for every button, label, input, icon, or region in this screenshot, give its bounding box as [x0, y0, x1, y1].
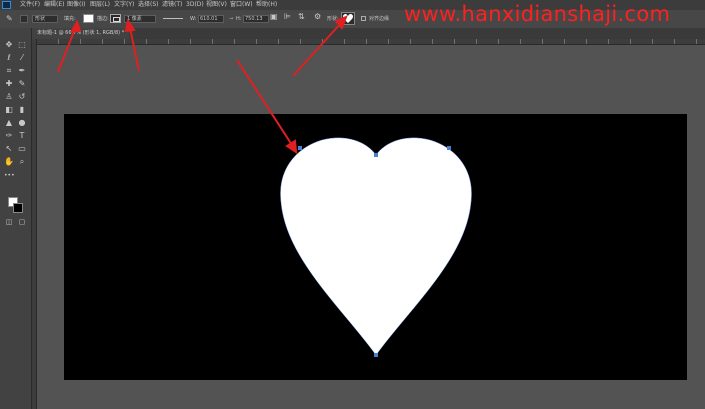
eraser-icon[interactable]: ◧ — [4, 105, 14, 114]
menu-type[interactable]: 文字(Y) — [114, 1, 134, 9]
menu-help[interactable]: 帮助(H) — [256, 1, 277, 9]
path-selection-icon[interactable]: ↖ — [4, 144, 14, 153]
stroke-label: 描边: — [97, 16, 109, 22]
screen-mode-icon[interactable]: ▢ — [17, 218, 27, 227]
menu-3d[interactable]: 3D(D) — [186, 1, 204, 9]
hand-icon[interactable]: ✋ — [4, 157, 14, 166]
photoshop-logo-icon[interactable] — [2, 1, 11, 9]
menu-edit[interactable]: 编辑(E) — [44, 1, 64, 9]
blur-icon[interactable]: ▲ — [4, 118, 14, 127]
healing-brush-icon[interactable]: ✚ — [4, 79, 14, 88]
mode-value: 形状 — [35, 16, 46, 22]
background-color-swatch[interactable] — [13, 203, 23, 213]
gradient-icon[interactable]: ▮ — [17, 105, 27, 114]
ruler-horizontal[interactable] — [36, 39, 705, 45]
width-value: 610.01 — [200, 16, 218, 22]
marquee-icon[interactable]: ⬚ — [17, 40, 27, 49]
custom-shape-picker[interactable] — [341, 12, 355, 25]
history-brush-icon[interactable]: ↺ — [17, 92, 27, 101]
document-tab-bar: 未标题-1 @ 66.7% (形状 1, RGB/8) * — [32, 28, 705, 39]
height-value: 750.13 — [245, 16, 263, 22]
gear-icon[interactable]: ⚙ — [314, 13, 321, 21]
menu-window[interactable]: 窗口(W) — [230, 1, 253, 9]
menu-select[interactable]: 选择(S) — [138, 1, 159, 9]
path-arrangement-icon[interactable]: ⇅ — [298, 13, 305, 21]
h-label: H: — [236, 16, 242, 22]
menu-filter[interactable]: 滤镜(T) — [162, 1, 182, 9]
align-edges-checkbox[interactable] — [361, 16, 366, 21]
lasso-icon[interactable]: ℓ — [4, 53, 14, 62]
align-edges-label: 对齐边缘 — [369, 16, 390, 22]
menu-view[interactable]: 视图(V) — [206, 1, 227, 9]
fill-swatch[interactable] — [83, 14, 94, 23]
fill-label: 填充: — [64, 16, 76, 22]
stroke-width-value: 1 像素 — [127, 16, 142, 22]
tools-panel: ✥ ⬚ ℓ ⁄ ⌗ ✒ ✚ ✎ ♙ ↺ ◧ ▮ ▲ ● ✑ T ↖ ▭ ✋ ⌕ … — [0, 28, 32, 409]
move-icon[interactable]: ✥ — [4, 40, 14, 49]
stroke-swatch[interactable] — [110, 14, 121, 23]
path-alignment-icon[interactable]: ⊫ — [284, 13, 291, 21]
quick-mask-icon[interactable]: ◫ — [4, 218, 14, 227]
shape-tool-icon[interactable]: ✎ — [6, 15, 13, 23]
magic-wand-icon[interactable]: ⁄ — [17, 53, 27, 62]
eyedropper-icon[interactable]: ✒ — [17, 66, 27, 75]
path-operations-icon[interactable]: ▣ — [270, 13, 278, 21]
link-icon[interactable]: ⊸ — [229, 16, 233, 22]
tool-preset-picker[interactable] — [20, 15, 28, 23]
custom-shape-label: 形状: — [327, 16, 339, 22]
type-icon[interactable]: T — [17, 131, 27, 140]
w-label: W: — [190, 16, 197, 22]
zoom-icon[interactable]: ⌕ — [17, 157, 27, 166]
menu-image[interactable]: 图像(I) — [67, 1, 85, 9]
heart-shape-icon — [343, 14, 353, 23]
menu-file[interactable]: 文件(F) — [20, 1, 40, 9]
watermark-text: www.hanxidianshaji.com — [404, 2, 671, 26]
more-tools-icon[interactable]: ••• — [4, 171, 15, 180]
crop-icon[interactable]: ⌗ — [4, 66, 14, 75]
clone-stamp-icon[interactable]: ♙ — [4, 92, 14, 101]
ruler-vertical[interactable] — [32, 39, 37, 409]
document-canvas[interactable] — [64, 114, 687, 380]
dodge-icon[interactable]: ● — [17, 118, 27, 127]
stroke-type-line[interactable] — [163, 18, 183, 19]
pen-icon[interactable]: ✑ — [4, 131, 14, 140]
menu-layer[interactable]: 图层(L) — [90, 1, 110, 9]
document-tab[interactable]: 未标题-1 @ 66.7% (形状 1, RGB/8) * — [32, 28, 130, 39]
shape-icon[interactable]: ▭ — [17, 144, 27, 153]
brush-icon[interactable]: ✎ — [17, 79, 27, 88]
